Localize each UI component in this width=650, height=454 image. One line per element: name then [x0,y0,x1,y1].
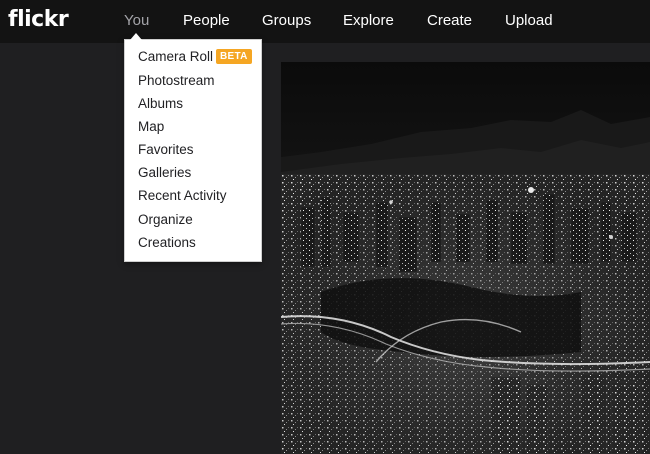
menu-item-recent-activity[interactable]: Recent Activity [138,188,227,203]
featured-photo[interactable] [281,62,650,454]
city-night-photo [281,62,650,454]
menu-item-albums[interactable]: Albums [138,96,183,111]
menu-item-camera-roll[interactable]: Camera Roll [138,49,213,64]
subheader-band [0,43,650,63]
menu-item-creations[interactable]: Creations [138,235,196,250]
you-dropdown-menu: Camera Roll BETA Photostream Albums Map … [124,39,262,262]
nav-people[interactable]: People [183,12,230,29]
nav-upload[interactable]: Upload [505,12,553,29]
menu-item-photostream[interactable]: Photostream [138,73,215,88]
menu-item-map[interactable]: Map [138,119,164,134]
flickr-logo[interactable]: flickr [8,7,69,32]
nav-explore[interactable]: Explore [343,12,394,29]
beta-badge: BETA [216,49,252,64]
nav-create[interactable]: Create [427,12,472,29]
menu-item-label: Camera Roll [138,49,214,64]
nav-you[interactable]: You [124,12,149,29]
dropdown-caret [130,33,142,40]
top-nav-bar: flickr You People Groups Explore Create … [0,0,650,43]
menu-item-galleries[interactable]: Galleries [138,165,191,180]
nav-groups[interactable]: Groups [262,12,311,29]
menu-item-favorites[interactable]: Favorites [138,142,194,157]
menu-item-organize[interactable]: Organize [138,212,193,227]
